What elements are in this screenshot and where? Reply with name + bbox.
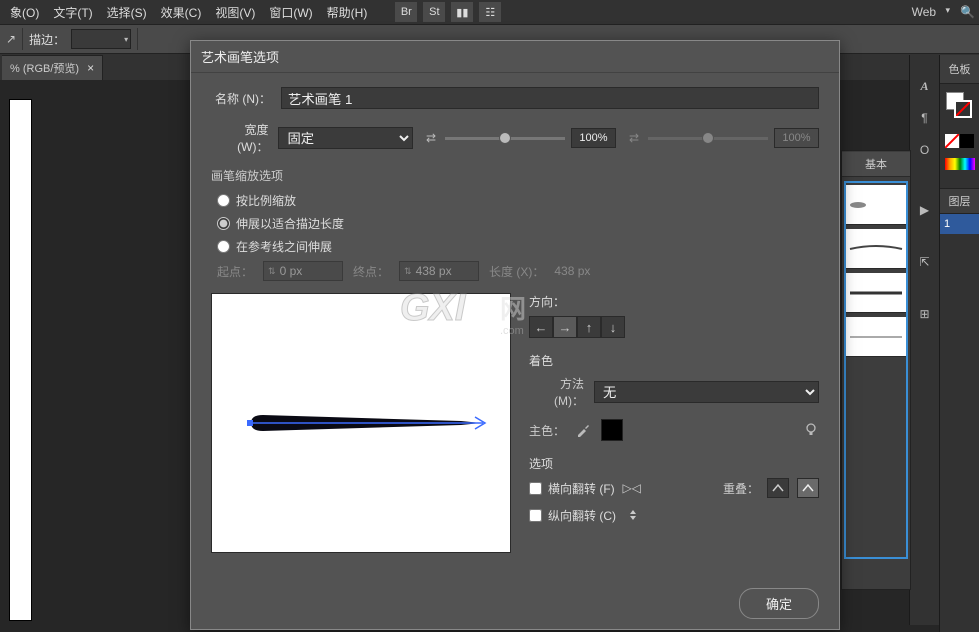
- direction-right-button[interactable]: →: [553, 316, 577, 338]
- brush-thumb[interactable]: [846, 229, 906, 269]
- overlap-option-a[interactable]: [767, 478, 789, 498]
- brushes-tab-basic[interactable]: 基本: [842, 152, 910, 176]
- brush-thumb[interactable]: [846, 273, 906, 313]
- width-pct-a[interactable]: 100%: [571, 128, 616, 148]
- overlap-label: 重叠：: [723, 480, 759, 497]
- layers-panel-tab[interactable]: 图层: [940, 188, 979, 214]
- width-slider-b: [648, 137, 768, 140]
- overlap-option-b[interactable]: [797, 478, 819, 498]
- menu-type[interactable]: 文字(T): [47, 2, 98, 23]
- play-icon[interactable]: ▶: [914, 199, 936, 221]
- dialog-title: 艺术画笔选项: [191, 41, 839, 73]
- swatches-panel-tab[interactable]: 色板: [940, 55, 979, 84]
- direction-title: 方向：: [529, 293, 819, 310]
- export-panel-icon[interactable]: ⇱: [914, 251, 936, 273]
- width-mode-select[interactable]: 固定: [278, 127, 413, 149]
- ok-button[interactable]: 确定: [739, 588, 819, 619]
- tips-icon[interactable]: [803, 421, 819, 440]
- eyedropper-icon[interactable]: [575, 422, 591, 438]
- panel-dock: 色板 图层 1: [939, 55, 979, 632]
- name-label: 名称 (N)：: [211, 90, 271, 107]
- menu-help[interactable]: 帮助(H): [321, 2, 374, 23]
- grid-panel-icon[interactable]: ⊞: [914, 303, 936, 325]
- brush-thumb[interactable]: [846, 317, 906, 357]
- search-icon[interactable]: 🔍: [960, 5, 975, 19]
- end-value-input: ⇅438 px: [399, 261, 479, 281]
- width-pct-b: 100%: [774, 128, 819, 148]
- menu-bar: 象(O) 文字(T) 选择(S) 效果(C) 视图(V) 窗口(W) 帮助(H)…: [0, 0, 979, 24]
- document-tab-title: % (RGB/预览): [10, 60, 79, 76]
- start-label: 起点：: [217, 263, 253, 280]
- length-label: 长度 (X)：: [489, 263, 544, 280]
- menu-object[interactable]: 象(O): [4, 2, 45, 23]
- brushes-panel: 基本: [841, 150, 911, 590]
- arrange-icon[interactable]: ▮▮: [451, 2, 473, 22]
- color-spectrum[interactable]: [945, 158, 975, 170]
- stroke-label: 描边：: [29, 31, 65, 48]
- menu-window[interactable]: 窗口(W): [263, 2, 318, 23]
- menu-select[interactable]: 选择(S): [101, 2, 153, 23]
- close-icon[interactable]: ×: [87, 61, 94, 75]
- menu-effect[interactable]: 效果(C): [155, 2, 208, 23]
- options-title: 选项: [529, 455, 819, 472]
- swatch-row: [945, 134, 974, 148]
- start-value-input: ⇅0 px: [263, 261, 343, 281]
- swatch-black[interactable]: [960, 134, 974, 148]
- direction-down-button[interactable]: ↓: [601, 316, 625, 338]
- stock-icon[interactable]: St: [423, 2, 445, 22]
- brush-thumb[interactable]: [846, 185, 906, 225]
- end-label: 终点：: [353, 263, 389, 280]
- paragraph-panel-icon[interactable]: ¶: [914, 107, 936, 129]
- flip-vertical-checkbox[interactable]: 纵向翻转 (C): [529, 507, 616, 524]
- bridge-icon[interactable]: Br: [395, 2, 417, 22]
- direction-left-button[interactable]: ←: [529, 316, 553, 338]
- menu-view[interactable]: 视图(V): [209, 2, 261, 23]
- main-color-label: 主色：: [529, 422, 565, 439]
- key-color-swatch[interactable]: [601, 419, 623, 441]
- swatch-none[interactable]: [945, 134, 959, 148]
- brush-preview: [211, 293, 511, 553]
- flip-vertical-icon: [624, 506, 642, 524]
- tint-method-select[interactable]: 无: [594, 381, 819, 403]
- artboard: [10, 100, 31, 620]
- stroke-weight-dropdown[interactable]: [71, 29, 131, 49]
- method-label: 方法 (M)：: [529, 375, 584, 409]
- path-icon[interactable]: ↗: [6, 32, 16, 46]
- scale-stretch-radio[interactable]: 伸展以适合描边长度: [211, 215, 819, 232]
- flip-horizontal-checkbox[interactable]: 横向翻转 (F): [529, 480, 615, 497]
- length-value: 438 px: [554, 264, 590, 278]
- flip-width-a-icon[interactable]: ⇄: [423, 130, 439, 146]
- width-slider-a[interactable]: [445, 137, 565, 140]
- workspace-dropdown[interactable]: Web: [906, 3, 952, 21]
- brush-name-input[interactable]: [281, 87, 819, 109]
- tint-title: 着色: [529, 352, 819, 369]
- art-brush-options-dialog: 艺术画笔选项 名称 (N)： 宽度 (W)： 固定 ⇄ 100% ⇄ 100% …: [190, 40, 840, 630]
- width-label: 宽度 (W)：: [211, 121, 268, 155]
- layer-row[interactable]: 1: [940, 214, 979, 234]
- fill-stroke-icon[interactable]: [946, 92, 974, 120]
- document-tab[interactable]: % (RGB/预览) ×: [2, 55, 103, 80]
- text-panel-icon[interactable]: A: [914, 75, 936, 97]
- prefs-icon[interactable]: ☷: [479, 2, 501, 22]
- layer-name: 1: [944, 218, 950, 230]
- scale-proportional-radio[interactable]: 按比例缩放: [211, 192, 819, 209]
- flip-horizontal-icon: ▷◁: [623, 479, 641, 497]
- panel-dock-inner: A ¶ O ▶ ⇱ ⊞: [909, 55, 939, 625]
- direction-up-button[interactable]: ↑: [577, 316, 601, 338]
- scale-guides-radio[interactable]: 在参考线之间伸展: [211, 238, 819, 255]
- opentype-panel-icon[interactable]: O: [914, 139, 936, 161]
- flip-width-b-icon: ⇄: [626, 130, 642, 146]
- scale-group-title: 画笔缩放选项: [211, 167, 819, 184]
